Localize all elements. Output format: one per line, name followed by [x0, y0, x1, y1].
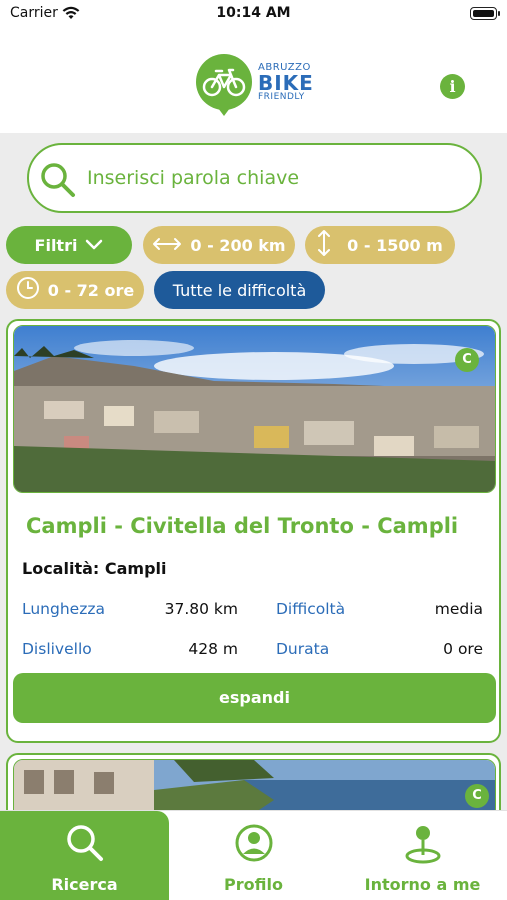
tab-label: Profilo	[224, 875, 283, 894]
difficulty-label: Difficoltà	[276, 600, 346, 618]
duration-value: 0 ore	[443, 640, 483, 658]
filters-label: Filtri	[34, 235, 78, 255]
route-card[interactable]: C	[6, 753, 501, 810]
route-card[interactable]: C Campli - Civitella del Tronto - Campli…	[6, 319, 501, 743]
tab-label: Intorno a me	[364, 875, 481, 894]
duration-filter-label: 0 - 72 ore	[47, 280, 135, 300]
search-input[interactable]: Inserisci parola chiave	[27, 143, 482, 213]
tab-profilo[interactable]: Profilo	[169, 811, 338, 900]
difficulty-value: media	[434, 600, 483, 618]
status-bar: Carrier 10:14 AM	[0, 0, 507, 30]
route-title[interactable]: Campli - Civitella del Tronto - Campli	[26, 514, 486, 538]
tab-ricerca[interactable]: Ricerca	[0, 811, 169, 900]
horizontal-arrows-icon	[152, 236, 182, 255]
difficulty-badge: C	[455, 348, 479, 372]
info-icon[interactable]: i	[440, 74, 465, 99]
vertical-arrows-icon	[317, 229, 331, 261]
elevation-filter-label: 0 - 1500 m	[347, 235, 443, 255]
location-pin-icon	[338, 823, 507, 865]
difficulty-badge: C	[465, 784, 489, 808]
expand-button[interactable]: espandi	[13, 673, 496, 723]
route-photo: C	[13, 325, 496, 493]
tab-intorno-a-me[interactable]: Intorno a me	[338, 811, 507, 900]
tab-bar: Ricerca Profilo Intorno a me	[0, 810, 507, 900]
app-header: ABRUZZO BIKE FRIENDLY i	[0, 30, 507, 133]
difficulty-filter-label: Tutte le difficoltà	[172, 280, 307, 300]
filters-button[interactable]: Filtri	[6, 226, 132, 264]
search-placeholder: Inserisci parola chiave	[87, 167, 300, 189]
clock: 10:14 AM	[216, 5, 291, 21]
tab-label: Ricerca	[51, 875, 118, 894]
duration-filter[interactable]: 0 - 72 ore	[6, 271, 144, 309]
elevation-filter[interactable]: 0 - 1500 m	[305, 226, 455, 264]
distance-filter[interactable]: 0 - 200 km	[143, 226, 295, 264]
length-value: 37.80 km	[164, 600, 238, 618]
logo-text-main: BIKE	[258, 70, 314, 95]
difficulty-filter[interactable]: Tutte le difficoltà	[154, 271, 325, 309]
elevation-label: Dislivello	[22, 640, 92, 658]
elevation-value: 428 m	[188, 640, 238, 658]
chevron-down-icon	[85, 236, 103, 255]
bike-logo-icon	[196, 54, 252, 116]
app-logo: ABRUZZO BIKE FRIENDLY	[196, 54, 314, 116]
clock-icon	[16, 276, 40, 304]
main-content[interactable]: Inserisci parola chiave Filtri 0 - 200 k…	[0, 133, 507, 810]
search-icon	[0, 823, 169, 863]
route-location: Località: Campli	[22, 559, 167, 578]
duration-label: Durata	[276, 640, 330, 658]
length-label: Lunghezza	[22, 600, 105, 618]
distance-filter-label: 0 - 200 km	[190, 235, 286, 255]
battery-icon	[470, 7, 500, 20]
search-icon	[39, 161, 77, 203]
route-photo: C	[13, 759, 496, 810]
profile-icon	[169, 823, 338, 863]
